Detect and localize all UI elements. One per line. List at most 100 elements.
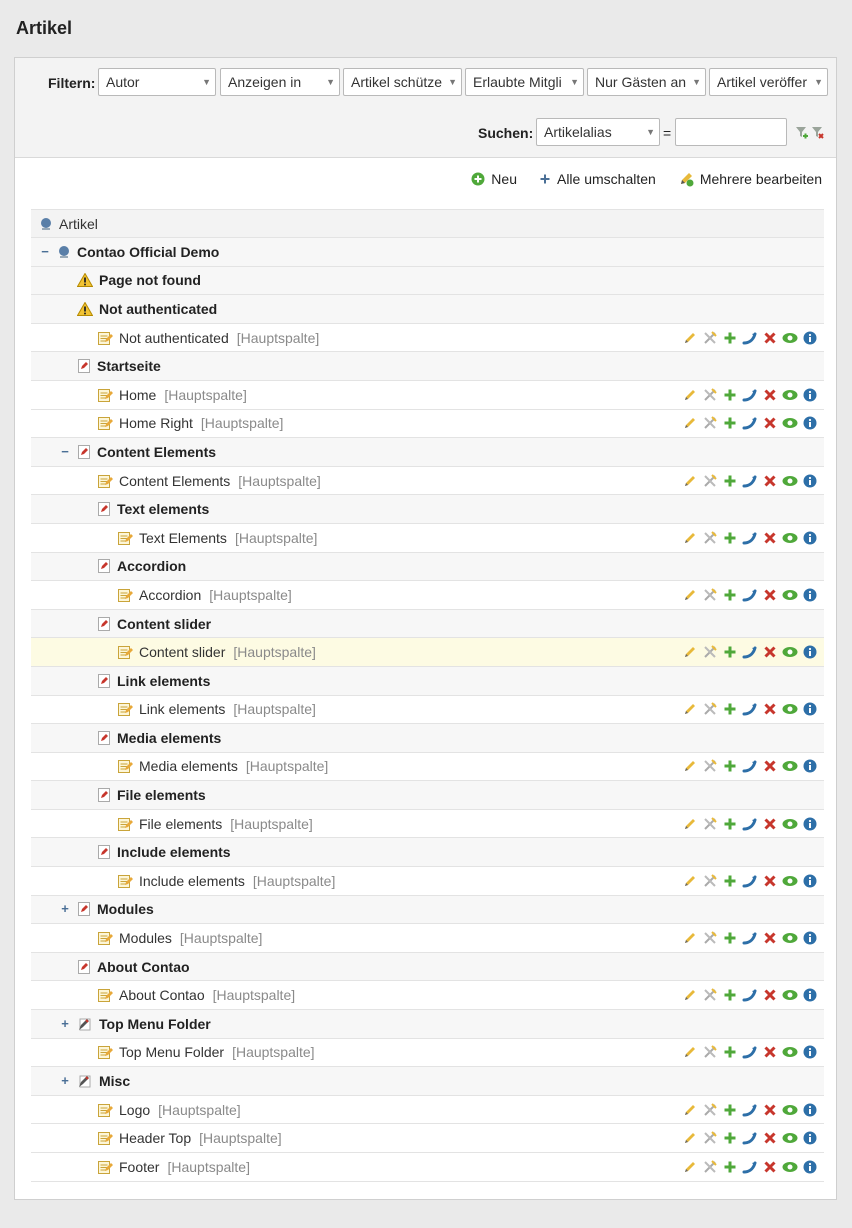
delete-icon[interactable] xyxy=(762,644,778,660)
copy-icon[interactable] xyxy=(722,1130,738,1146)
copy-icon[interactable] xyxy=(722,701,738,717)
page-row-startseite[interactable]: Startseite xyxy=(31,352,824,381)
cut-icon[interactable] xyxy=(742,1159,758,1175)
article-row-home[interactable]: Home [Hauptspalte] xyxy=(31,380,824,410)
copy-icon[interactable] xyxy=(722,987,738,1003)
info-icon[interactable] xyxy=(802,387,818,403)
expand-toggle-icon[interactable]: + xyxy=(59,1074,71,1087)
edit-header-icon[interactable] xyxy=(702,873,718,889)
edit-icon[interactable] xyxy=(682,1044,698,1060)
info-icon[interactable] xyxy=(802,415,818,431)
info-icon[interactable] xyxy=(802,1102,818,1118)
info-icon[interactable] xyxy=(802,587,818,603)
expand-toggle-icon[interactable]: + xyxy=(59,1017,71,1030)
edit-icon[interactable] xyxy=(682,530,698,546)
delete-icon[interactable] xyxy=(762,330,778,346)
edit-icon[interactable] xyxy=(682,816,698,832)
info-icon[interactable] xyxy=(802,330,818,346)
article-row-media-elements[interactable]: Media elements [Hauptspalte] xyxy=(31,752,824,782)
page-row-top-menu-folder[interactable]: + Top Menu Folder xyxy=(31,1010,824,1039)
copy-icon[interactable] xyxy=(722,873,738,889)
filter-published-select[interactable]: Artikel veröffer ▼ xyxy=(709,68,828,96)
edit-header-icon[interactable] xyxy=(702,1159,718,1175)
edit-icon[interactable] xyxy=(682,587,698,603)
filter-author-select[interactable]: Autor ▼ xyxy=(98,68,216,96)
filter-groups-select[interactable]: Erlaubte Mitgli ▼ xyxy=(465,68,584,96)
copy-icon[interactable] xyxy=(722,473,738,489)
cut-icon[interactable] xyxy=(742,987,758,1003)
edit-icon[interactable] xyxy=(682,415,698,431)
info-icon[interactable] xyxy=(802,473,818,489)
page-row-page-not-found[interactable]: Page not found xyxy=(31,266,824,296)
cut-icon[interactable] xyxy=(742,701,758,717)
info-icon[interactable] xyxy=(802,873,818,889)
search-field-select[interactable]: Artikelalias ▼ xyxy=(536,118,660,146)
cut-icon[interactable] xyxy=(742,930,758,946)
info-icon[interactable] xyxy=(802,816,818,832)
copy-icon[interactable] xyxy=(722,644,738,660)
copy-icon[interactable] xyxy=(722,1159,738,1175)
page-row-content-slider[interactable]: Content slider xyxy=(31,609,824,639)
info-icon[interactable] xyxy=(802,758,818,774)
edit-icon[interactable] xyxy=(682,701,698,717)
delete-icon[interactable] xyxy=(762,758,778,774)
cut-icon[interactable] xyxy=(742,387,758,403)
toggle-visibility-icon[interactable] xyxy=(782,873,798,889)
cut-icon[interactable] xyxy=(742,816,758,832)
edit-icon[interactable] xyxy=(682,387,698,403)
edit-header-icon[interactable] xyxy=(702,530,718,546)
filter-guests-select[interactable]: Nur Gästen an ▼ xyxy=(587,68,706,96)
cut-icon[interactable] xyxy=(742,1044,758,1060)
cut-icon[interactable] xyxy=(742,758,758,774)
copy-icon[interactable] xyxy=(722,930,738,946)
edit-header-icon[interactable] xyxy=(702,644,718,660)
page-row-contao-official-demo[interactable]: − Contao Official Demo xyxy=(31,238,824,267)
copy-icon[interactable] xyxy=(722,530,738,546)
toggle-visibility-icon[interactable] xyxy=(782,816,798,832)
edit-header-icon[interactable] xyxy=(702,816,718,832)
article-row-header-top[interactable]: Header Top [Hauptspalte] xyxy=(31,1124,824,1153)
toggle-visibility-icon[interactable] xyxy=(782,987,798,1003)
edit-icon[interactable] xyxy=(682,930,698,946)
delete-icon[interactable] xyxy=(762,701,778,717)
page-row-not-authenticated[interactable]: Not authenticated xyxy=(31,295,824,324)
edit-header-icon[interactable] xyxy=(702,1044,718,1060)
page-row-link-elements[interactable]: Link elements xyxy=(31,666,824,696)
delete-icon[interactable] xyxy=(762,473,778,489)
filter-show-in-select[interactable]: Anzeigen in ▼ xyxy=(220,68,340,96)
edit-header-icon[interactable] xyxy=(702,1102,718,1118)
article-row-top-menu-folder[interactable]: Top Menu Folder [Hauptspalte] xyxy=(31,1038,824,1068)
page-row-media-elements[interactable]: Media elements xyxy=(31,724,824,753)
toggle-visibility-icon[interactable] xyxy=(782,415,798,431)
delete-icon[interactable] xyxy=(762,415,778,431)
copy-icon[interactable] xyxy=(722,758,738,774)
delete-icon[interactable] xyxy=(762,1102,778,1118)
info-icon[interactable] xyxy=(802,1044,818,1060)
delete-icon[interactable] xyxy=(762,1159,778,1175)
expand-toggle-icon[interactable]: + xyxy=(59,902,71,915)
edit-header-icon[interactable] xyxy=(702,987,718,1003)
toggle-visibility-icon[interactable] xyxy=(782,1130,798,1146)
cut-icon[interactable] xyxy=(742,415,758,431)
article-row-include-elements[interactable]: Include elements [Hauptspalte] xyxy=(31,867,824,896)
article-row-not-authenticated[interactable]: Not authenticated [Hauptspalte] xyxy=(31,323,824,353)
info-icon[interactable] xyxy=(802,930,818,946)
filter-protect-select[interactable]: Artikel schütze ▼ xyxy=(343,68,462,96)
article-row-footer[interactable]: Footer [Hauptspalte] xyxy=(31,1153,824,1182)
edit-icon[interactable] xyxy=(682,330,698,346)
copy-icon[interactable] xyxy=(722,415,738,431)
cut-icon[interactable] xyxy=(742,530,758,546)
toggle-visibility-icon[interactable] xyxy=(782,644,798,660)
article-row-modules[interactable]: Modules [Hauptspalte] xyxy=(31,924,824,953)
toggle-visibility-icon[interactable] xyxy=(782,1159,798,1175)
page-row-text-elements[interactable]: Text elements xyxy=(31,495,824,524)
info-icon[interactable] xyxy=(802,1130,818,1146)
edit-icon[interactable] xyxy=(682,1159,698,1175)
copy-icon[interactable] xyxy=(722,1044,738,1060)
delete-icon[interactable] xyxy=(762,930,778,946)
copy-icon[interactable] xyxy=(722,330,738,346)
toggle-visibility-icon[interactable] xyxy=(782,1102,798,1118)
filter-apply-icon[interactable] xyxy=(795,125,809,141)
cut-icon[interactable] xyxy=(742,473,758,489)
toggle-visibility-icon[interactable] xyxy=(782,1044,798,1060)
